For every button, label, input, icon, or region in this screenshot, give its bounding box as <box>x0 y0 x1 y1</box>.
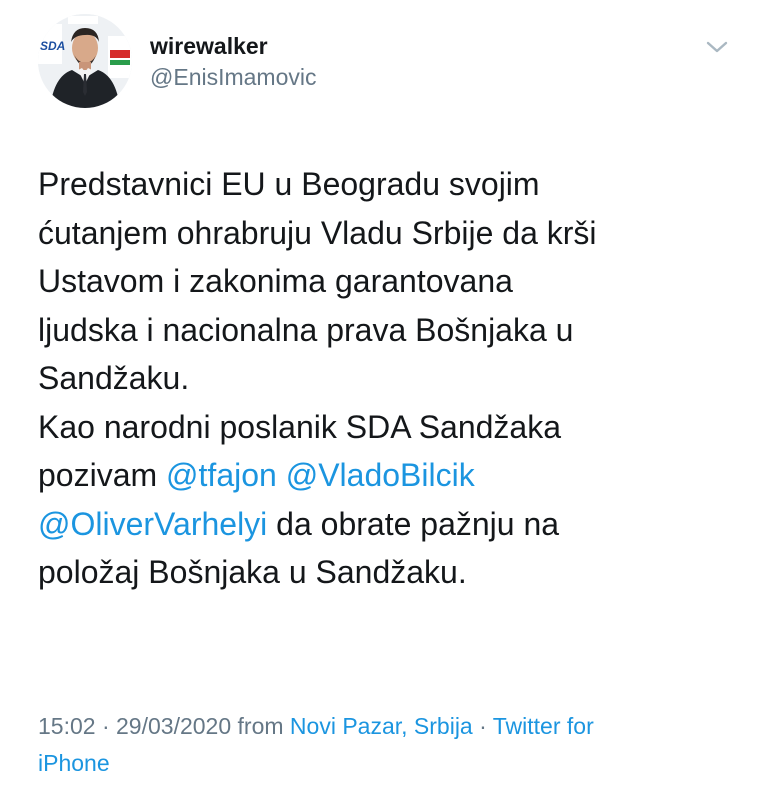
avatar-logo-text: SDA <box>40 39 65 53</box>
tweet-text-segment: Sandžaku. <box>38 360 190 396</box>
tweet-text-segment: pozivam <box>38 457 167 493</box>
tweet-text-line: Ustavom i zakonima garantovana <box>38 257 738 306</box>
tweet-text-line: @OliverVarhelyi da obrate pažnju na <box>38 500 738 549</box>
source-link-part-2[interactable]: iPhone <box>38 750 110 776</box>
tweet-text-segment: da obrate pažnju na <box>267 505 560 542</box>
meta-separator: · <box>95 713 117 739</box>
chevron-down-icon[interactable] <box>706 40 728 54</box>
tweet-meta-line-1: 15:02 · 29/03/2020 from Novi Pazar, Srbi… <box>38 708 738 745</box>
tweet-text-segment <box>277 457 286 493</box>
avatar-image: SDA <box>38 14 132 108</box>
source-link-part-1[interactable]: Twitter for <box>493 713 594 739</box>
user-handle[interactable]: @EnisImamovic <box>150 62 317 92</box>
tweet-text: Predstavnici EU u Beogradu svojim ćutanje… <box>38 160 738 597</box>
tweet-text-segment: ljudska i nacionalna prava Bošnjaka u <box>38 311 574 348</box>
tweet-text-line: Sandžaku. <box>38 354 738 403</box>
tweet-text-segment: Predstavnici EU u Beogradu svojim <box>38 166 540 202</box>
tweet-text-segment: Ustavom i zakonima garantovana <box>38 263 513 299</box>
meta-separator: · <box>472 713 493 739</box>
tweet-date[interactable]: 29/03/2020 <box>116 713 231 739</box>
location-link[interactable]: Novi Pazar, Srbija <box>290 713 473 739</box>
mention-link[interactable]: @OliverVarhelyi <box>38 506 267 542</box>
avatar[interactable]: SDA <box>38 14 132 108</box>
from-label: from <box>231 713 290 739</box>
display-name[interactable]: wirewalker <box>150 32 317 60</box>
tweet-header: SDA wirewalker @EnisImamovic <box>38 14 738 114</box>
tweet-detail: SDA wirewalker @EnisImamovic Predstavnic… <box>0 0 761 799</box>
tweet-text-line: pozivam @tfajon @VladoBilcik <box>38 451 738 500</box>
tweet-meta: 15:02 · 29/03/2020 from Novi Pazar, Srbi… <box>38 708 738 782</box>
tweet-text-line: Predstavnici EU u Beogradu svojim <box>38 160 738 209</box>
mention-link[interactable]: @VladoBilcik <box>286 457 475 493</box>
tweet-text-segment: ćutanjem ohrabruju Vladu Srbije da krši <box>38 214 597 251</box>
tweet-time[interactable]: 15:02 <box>38 713 96 739</box>
user-names: wirewalker @EnisImamovic <box>150 32 317 92</box>
tweet-text-segment: Kao narodni poslanik SDA Sandžaka <box>38 408 562 445</box>
tweet-text-line: položaj Bošnjaka u Sandžaku. <box>38 548 738 597</box>
tweet-text-line: ćutanjem ohrabruju Vladu Srbije da krši <box>38 209 738 258</box>
mention-link[interactable]: @tfajon <box>166 457 277 493</box>
tweet-text-line: ljudska i nacionalna prava Bošnjaka u <box>38 306 738 355</box>
tweet-text-segment: položaj Bošnjaka u Sandžaku. <box>38 554 467 590</box>
tweet-text-line: Kao narodni poslanik SDA Sandžaka <box>38 403 738 452</box>
tweet-meta-line-2: iPhone <box>38 745 738 782</box>
